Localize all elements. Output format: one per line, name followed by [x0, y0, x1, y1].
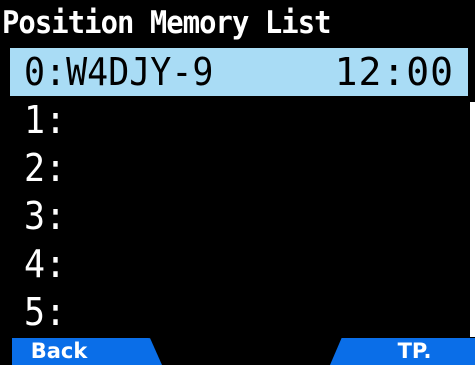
scrollbar-thumb[interactable] [470, 48, 475, 102]
list-item-label: 4: [24, 242, 67, 286]
list-item-label: 2: [24, 146, 67, 190]
radio-screen: Position Memory List 0:W4DJY-9 12:00 1: … [0, 0, 475, 365]
list-item-0[interactable]: 0:W4DJY-9 12:00 [10, 48, 468, 96]
list-item-label: 1: [24, 98, 67, 142]
position-memory-list[interactable]: 0:W4DJY-9 12:00 1: 2: 3: 4: 5: [0, 48, 475, 337]
list-item-2[interactable]: 2: [0, 144, 468, 192]
list-item-label: 0:W4DJY-9 [24, 50, 214, 94]
list-scrollbar[interactable] [470, 48, 475, 337]
back-softkey-label: Back [30, 339, 88, 363]
list-item-label: 5: [24, 290, 67, 334]
list-item-5[interactable]: 5: [0, 288, 468, 336]
list-item-time: 12:00 [334, 50, 454, 94]
list-item-3[interactable]: 3: [0, 192, 468, 240]
screen-title: Position Memory List [2, 5, 331, 41]
tp-softkey[interactable]: TP. [330, 338, 475, 365]
list-item-label: 3: [24, 194, 67, 238]
list-item-1[interactable]: 1: [0, 96, 468, 144]
list-item-4[interactable]: 4: [0, 240, 468, 288]
back-softkey[interactable]: Back [12, 338, 162, 365]
tp-softkey-label: TP. [397, 339, 432, 363]
